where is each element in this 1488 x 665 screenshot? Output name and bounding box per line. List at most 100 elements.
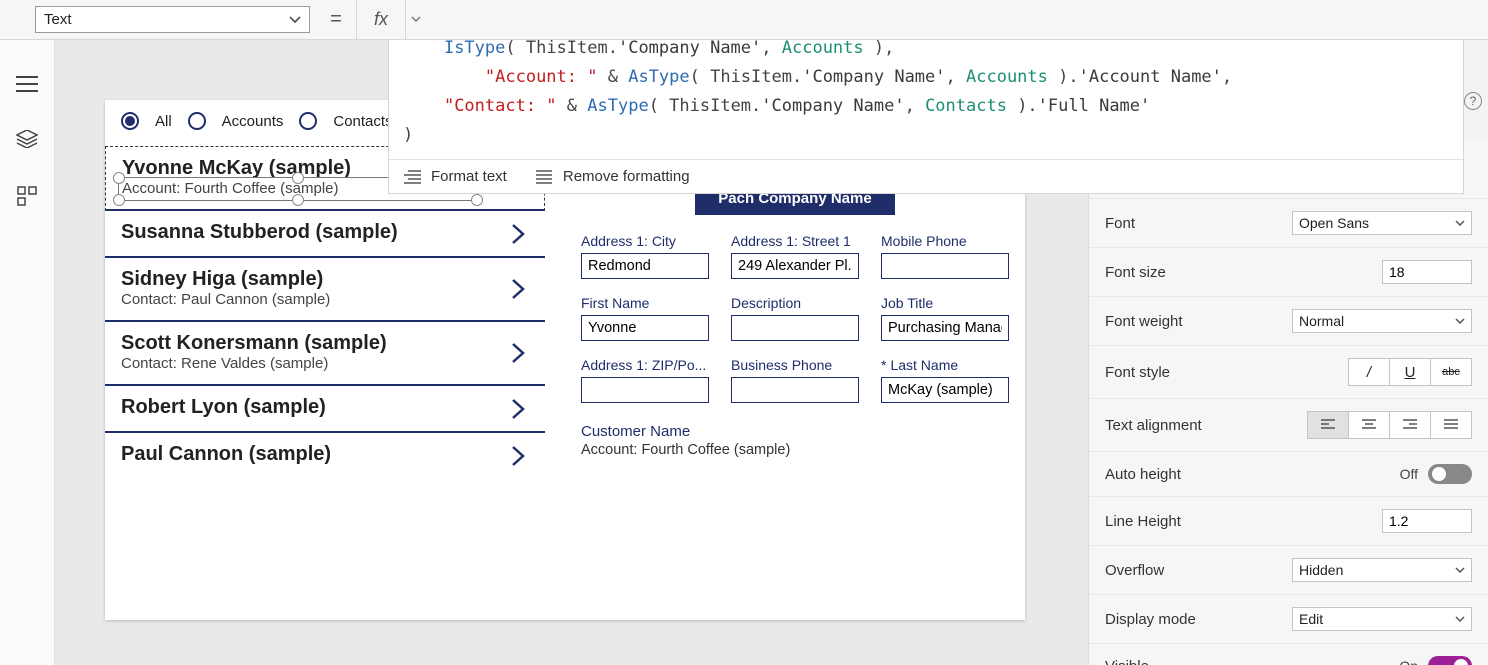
field-label: First Name (581, 295, 709, 311)
align-justify-icon (1443, 419, 1459, 431)
field-businessphone: Business Phone (731, 357, 859, 403)
field-input[interactable] (881, 377, 1009, 403)
gallery-item-title: Susanna Stubberod (sample) (121, 221, 529, 244)
property-selector[interactable]: Text (35, 6, 310, 33)
field-input[interactable] (731, 377, 859, 403)
field-input[interactable] (731, 315, 859, 341)
chevron-down-icon (289, 16, 301, 24)
property-selector-label: Text (44, 11, 72, 28)
field-label: Last Name (890, 357, 958, 373)
prop-lineheight-label: Line Height (1105, 513, 1181, 530)
chevron-down-icon (1455, 220, 1465, 226)
remove-formatting-label: Remove formatting (563, 168, 690, 185)
align-center-button[interactable] (1348, 411, 1390, 439)
properties-panel: Text Account: Fourth Coffee (sample) Fon… (1088, 140, 1488, 665)
radio-all[interactable] (121, 112, 139, 130)
field-jobtitle: Job Title (881, 295, 1009, 341)
gallery-item[interactable]: Scott Konersmann (sample) Contact: Rene … (105, 322, 545, 386)
align-justify-button[interactable] (1430, 411, 1472, 439)
remove-formatting-button[interactable]: Remove formatting (535, 168, 690, 185)
chevron-right-icon[interactable] (511, 342, 525, 364)
italic-button[interactable]: / (1348, 358, 1390, 386)
strikethrough-icon: abc (1442, 366, 1460, 378)
prop-overflow-dropdown[interactable]: Hidden (1292, 558, 1472, 582)
gallery-item[interactable]: Susanna Stubberod (sample) (105, 211, 545, 258)
fx-chevron-icon[interactable] (406, 0, 426, 39)
gallery-item[interactable]: Robert Lyon (sample) (105, 386, 545, 433)
prop-lineheight-input[interactable] (1382, 509, 1472, 533)
hamburger-icon[interactable] (16, 76, 38, 92)
help-icon[interactable]: ? (1464, 92, 1482, 110)
prop-autoheight-label: Auto height (1105, 466, 1181, 483)
format-text-label: Format text (431, 168, 507, 185)
field-input[interactable] (881, 315, 1009, 341)
chevron-right-icon[interactable] (511, 223, 525, 245)
strikethrough-button[interactable]: abc (1430, 358, 1472, 386)
format-text-icon (403, 170, 421, 184)
prop-fontstyle-label: Font style (1105, 364, 1170, 381)
radio-contacts-label: Contacts (333, 113, 392, 130)
fx-icon[interactable]: fx (356, 0, 406, 39)
prop-displaymode-dropdown[interactable]: Edit (1292, 607, 1472, 631)
radio-accounts-label: Accounts (222, 113, 284, 130)
field-label: Mobile Phone (881, 233, 1009, 249)
prop-fontweight-dropdown[interactable]: Normal (1292, 309, 1472, 333)
field-input[interactable] (881, 253, 1009, 279)
prop-fontsize-label: Font size (1105, 264, 1166, 281)
chevron-right-icon[interactable] (511, 445, 525, 467)
field-label: Description (731, 295, 859, 311)
field-description: Description (731, 295, 859, 341)
radio-all-label: All (155, 113, 172, 130)
format-text-button[interactable]: Format text (403, 168, 507, 185)
chevron-right-icon[interactable] (511, 278, 525, 300)
prop-fontweight-value: Normal (1299, 313, 1344, 329)
align-right-button[interactable] (1389, 411, 1431, 439)
field-input[interactable] (581, 315, 709, 341)
prop-displaymode-label: Display mode (1105, 611, 1196, 628)
field-label: Address 1: Street 1 (731, 233, 859, 249)
italic-icon: / (1367, 364, 1371, 381)
prop-align-label: Text alignment (1105, 417, 1202, 434)
prop-autoheight-state: Off (1400, 466, 1418, 482)
field-city: Address 1: City (581, 233, 709, 279)
field-firstname: First Name (581, 295, 709, 341)
underline-button[interactable]: U (1389, 358, 1431, 386)
prop-font-value: Open Sans (1299, 215, 1369, 231)
gallery-item-subtitle: Contact: Paul Cannon (sample) (121, 291, 529, 308)
prop-visible-state: On (1399, 658, 1418, 665)
chevron-right-icon[interactable] (511, 398, 525, 420)
prop-font-dropdown[interactable]: Open Sans (1292, 211, 1472, 235)
remove-formatting-icon (535, 170, 553, 184)
align-left-button[interactable] (1307, 411, 1349, 439)
gallery-item-subtitle: Contact: Rene Valdes (sample) (121, 355, 529, 372)
layers-icon[interactable] (16, 130, 38, 148)
field-input[interactable] (581, 377, 709, 403)
gallery-item-title: Scott Konersmann (sample) (121, 332, 529, 355)
equals-icon: = (316, 0, 356, 39)
radio-accounts[interactable] (188, 112, 206, 130)
prop-visible-toggle[interactable] (1428, 656, 1472, 665)
prop-overflow-value: Hidden (1299, 562, 1343, 578)
gallery-item-title: Paul Cannon (sample) (121, 443, 529, 466)
field-mobile: Mobile Phone (881, 233, 1009, 279)
field-input[interactable] (581, 253, 709, 279)
prop-autoheight-toggle[interactable] (1428, 464, 1472, 484)
gallery-item[interactable]: Sidney Higa (sample) Contact: Paul Canno… (105, 258, 545, 322)
field-lastname: *Last Name (881, 357, 1009, 403)
gallery-item[interactable]: Paul Cannon (sample) (105, 433, 545, 478)
chevron-down-icon (1455, 567, 1465, 573)
prop-visible-label: Visible (1105, 658, 1149, 665)
align-right-icon (1402, 419, 1418, 431)
prop-font-label: Font (1105, 215, 1135, 232)
field-label: Address 1: ZIP/Po... (581, 357, 709, 373)
chevron-down-icon (1455, 318, 1465, 324)
field-input[interactable] (731, 253, 859, 279)
field-label: Job Title (881, 295, 1009, 311)
radio-contacts[interactable] (299, 112, 317, 130)
field-zip: Address 1: ZIP/Po... (581, 357, 709, 403)
align-center-icon (1361, 419, 1377, 431)
prop-fontsize-input[interactable] (1382, 260, 1472, 284)
customer-name-header: Customer Name (581, 423, 1009, 440)
components-icon[interactable] (17, 186, 37, 206)
prop-displaymode-value: Edit (1299, 611, 1323, 627)
